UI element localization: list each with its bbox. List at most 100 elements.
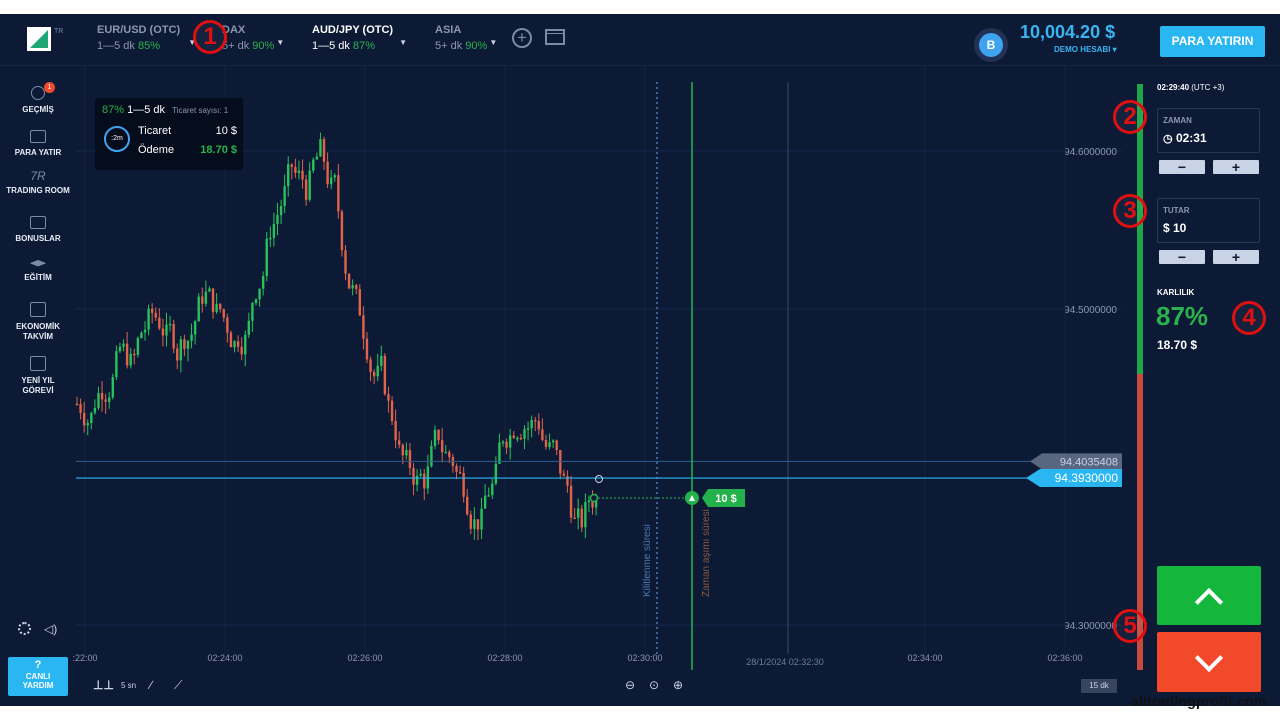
candle-body — [172, 323, 175, 349]
candle-body — [494, 463, 498, 484]
time-tick-label: 02:24:00 — [207, 653, 242, 663]
candle-body — [161, 328, 165, 336]
candle-body — [229, 332, 233, 348]
time-input[interactable]: ZAMAN ◷ 02:31 — [1157, 108, 1260, 153]
reset-view-icon[interactable]: ⊙ — [649, 678, 659, 692]
annotation-marker: 5 — [1113, 609, 1147, 643]
interval-selector[interactable]: 5 sn — [121, 681, 136, 690]
amount-label: TUTAR — [1163, 206, 1190, 215]
candle-body — [129, 353, 132, 366]
trade-amount-label: 10 $ — [715, 493, 736, 505]
candle-body — [115, 351, 118, 378]
candle-body — [526, 428, 530, 430]
candle-body — [344, 250, 347, 274]
candle-body — [140, 332, 143, 339]
candle-body — [498, 442, 501, 464]
candle-body — [258, 288, 261, 300]
candle-body — [476, 519, 480, 530]
zoom-out-icon[interactable]: ⊖ — [625, 678, 635, 692]
candle-body — [90, 412, 93, 424]
draw-icon[interactable]: ∕ — [150, 678, 152, 692]
time-plus-button[interactable]: + — [1213, 160, 1259, 174]
time-minus-button[interactable]: − — [1159, 160, 1205, 174]
candle-body — [272, 224, 276, 238]
candle-body — [269, 237, 272, 240]
candle-body — [294, 167, 297, 173]
clock-icon: ◷ — [1163, 133, 1173, 145]
candle-body — [108, 397, 111, 402]
candle-body — [369, 359, 372, 373]
amount-plus-button[interactable]: + — [1213, 250, 1259, 264]
time-tick-label: 02:36:00 — [1047, 653, 1082, 663]
candle-body — [480, 508, 483, 530]
time-tick-label: 02:30:00 — [627, 653, 662, 663]
candle-body — [569, 485, 573, 518]
candle-body — [508, 435, 512, 448]
candle-body — [587, 500, 591, 503]
chart-type-icon[interactable]: ⊥⊥ — [93, 678, 114, 692]
trade-duration: 1—5 dk — [127, 104, 166, 116]
candle-body — [143, 329, 147, 333]
candle-body — [168, 323, 172, 326]
candle-body — [458, 471, 462, 474]
candle-body — [355, 285, 358, 290]
candle-body — [190, 334, 193, 341]
candle-body — [337, 175, 340, 212]
candles — [75, 132, 598, 541]
time-tick-label: 02:34:00 — [907, 653, 942, 663]
time-tick-label: :22:00 — [72, 653, 97, 663]
candle-body — [519, 437, 523, 440]
candle-body — [398, 440, 401, 445]
candle-body — [93, 407, 97, 413]
candle-body — [473, 519, 476, 529]
candle-body — [104, 399, 107, 402]
zoom-in-icon[interactable]: ⊕ — [673, 678, 683, 692]
candle-body — [136, 338, 140, 355]
amount-minus-button[interactable]: − — [1159, 250, 1205, 264]
trade-count: Ticaret sayısı: 1 — [172, 106, 229, 115]
time-value-text: 02:31 — [1175, 131, 1207, 145]
put-down-button[interactable] — [1157, 632, 1261, 692]
candle-body — [176, 348, 179, 361]
candle-body — [390, 400, 394, 421]
candle-body — [240, 346, 243, 355]
candle-body — [401, 444, 404, 456]
period-selector[interactable]: 15 dk — [1081, 679, 1117, 693]
payout-value: 18.70 $ — [200, 144, 237, 156]
candle-body — [562, 473, 566, 477]
candle-body — [387, 394, 390, 401]
watermark: alltradingprofit.com — [1131, 693, 1267, 709]
clock-tz: (UTC +3) — [1191, 83, 1225, 92]
profit-value: 18.70 $ — [1157, 338, 1198, 352]
candle-body — [333, 175, 336, 178]
annotation-marker: 3 — [1113, 194, 1147, 228]
candle-body — [290, 164, 293, 168]
candle-body — [372, 372, 376, 377]
chart-overlays: 94.4035408 94.3930000 Kilitlenme süresi Zam… — [76, 82, 1122, 670]
time-tick-label: 02:28:00 — [487, 653, 522, 663]
expiry-time-label: 28/1/2024 02:32:30 — [746, 657, 824, 667]
candle-body — [505, 441, 508, 448]
trading-app: TR EUR/USD (OTC) 1—5 dk 85% ▼ DAX 5+ dk … — [0, 14, 1280, 706]
candle-body — [158, 317, 161, 329]
candle-body — [100, 392, 104, 400]
candle-body — [430, 445, 433, 467]
payout-label: Ödeme — [138, 144, 175, 156]
candle-body — [183, 339, 186, 349]
candle-body — [308, 170, 311, 200]
call-up-button[interactable] — [1157, 566, 1261, 625]
indicator-icon[interactable]: ⟋ — [174, 678, 182, 693]
candle-body — [193, 321, 197, 335]
amount-input[interactable]: TUTAR $ 10 — [1157, 198, 1260, 243]
candle-body — [340, 211, 344, 251]
candle-body — [236, 341, 240, 347]
current-price-label: 94.3930000 — [1055, 471, 1119, 485]
candle-body — [444, 451, 447, 454]
candle-body — [233, 341, 236, 348]
annotation-marker: 1 — [193, 20, 227, 54]
candle-body — [347, 273, 351, 289]
last-price-point — [595, 475, 603, 483]
sentiment-bar — [1137, 84, 1143, 670]
price-tick-label: 94.3000000 — [1064, 621, 1117, 632]
candle-body — [437, 429, 440, 441]
